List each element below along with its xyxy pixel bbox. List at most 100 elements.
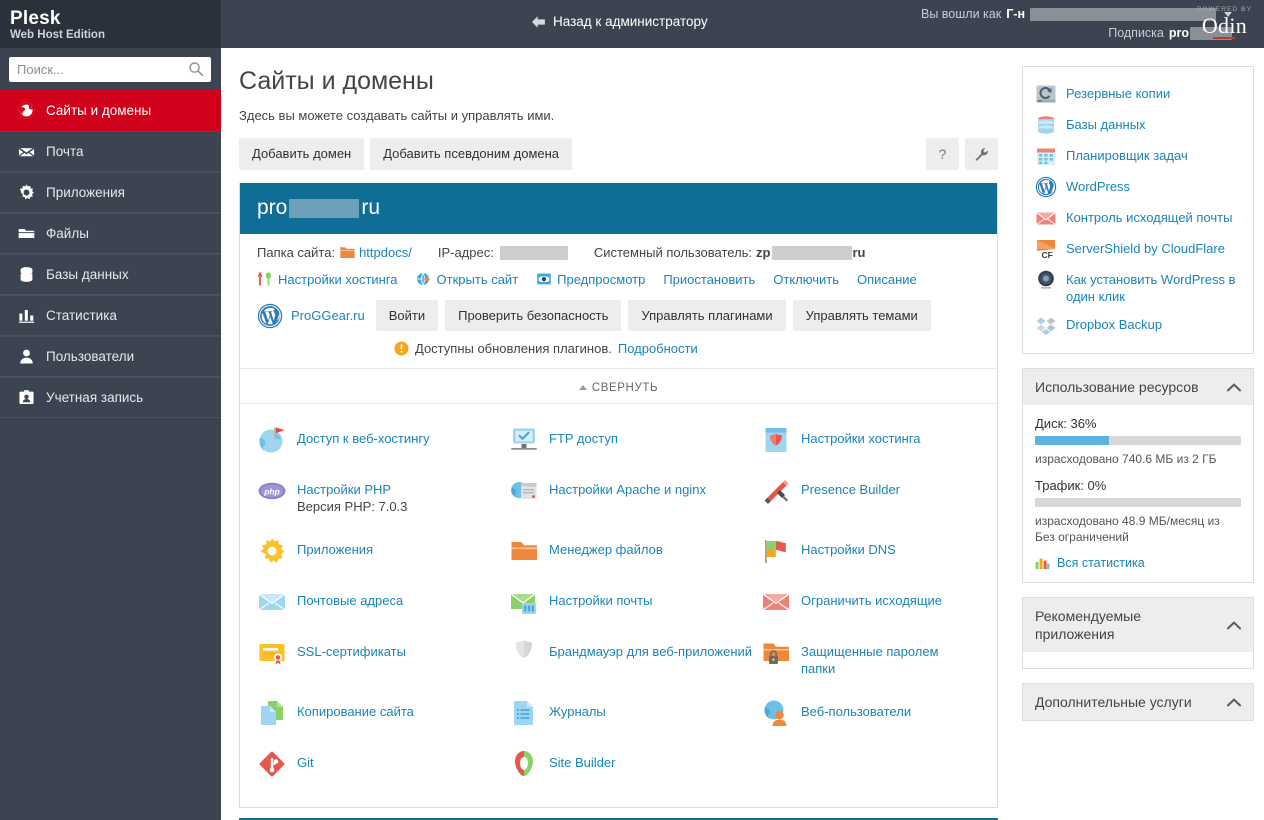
- all-statistics-label: Вся статистика: [1057, 556, 1145, 570]
- install-wordpress-icon: [1038, 270, 1054, 289]
- sidebar-item-users[interactable]: Пользователи: [0, 336, 221, 377]
- ip-address-label: IP-адрес:: [437, 245, 494, 260]
- globe-icon: [18, 102, 35, 118]
- tool-ftp-access[interactable]: FTP доступ: [509, 420, 761, 471]
- tool-dns-settings[interactable]: Настройки DNS: [761, 531, 980, 582]
- tool-copy-site[interactable]: Копирование сайта: [257, 693, 509, 744]
- right-link-outgoing-mail-control[interactable]: Контроль исходящей почты: [1035, 203, 1243, 234]
- web-users-icon: [764, 700, 787, 726]
- sidebar-item-databases[interactable]: Базы данных: [0, 254, 221, 295]
- help-button[interactable]: ?: [926, 138, 959, 170]
- add-domain-button[interactable]: Добавить домен: [239, 138, 365, 170]
- tool-php-settings[interactable]: php Настройки PHP Версия PHP: 7.0.3: [257, 471, 509, 531]
- sidebar-item-account[interactable]: Учетная запись: [0, 377, 221, 418]
- back-to-admin-link[interactable]: Назад к администратору: [531, 14, 708, 29]
- tool-label: Настройки хостинга: [801, 430, 921, 446]
- right-link-backups[interactable]: Резервные копии: [1035, 79, 1243, 110]
- tool-web-hosting-access[interactable]: Доступ к веб-хостингу: [257, 420, 509, 471]
- tool-limit-outgoing[interactable]: Ограничить исходящие: [761, 582, 980, 633]
- right-link-dropbox-backup[interactable]: Dropbox Backup: [1035, 310, 1243, 341]
- wp-manage-plugins-button[interactable]: Управлять плагинами: [628, 300, 786, 331]
- tool-site-builder[interactable]: Site Builder: [509, 744, 761, 795]
- user-block: Вы вошли как Г-н Подписка pro: [921, 5, 1233, 43]
- right-link-label: Dropbox Backup: [1066, 317, 1163, 332]
- action-hosting-settings[interactable]: Настройки хостинга: [257, 271, 398, 287]
- tool-applications[interactable]: Приложения: [257, 531, 509, 582]
- tool-label: Копирование сайта: [297, 703, 414, 719]
- cloudflare-icon: CF: [1037, 240, 1055, 260]
- notice-details-link[interactable]: Подробности: [618, 341, 698, 356]
- site-folder-link[interactable]: httpdocs/: [359, 245, 412, 260]
- tool-hosting-settings[interactable]: Настройки хостинга: [761, 420, 980, 471]
- action-suspend[interactable]: Приостановить: [663, 272, 755, 287]
- tool-mail-settings[interactable]: Настройки почты: [509, 582, 761, 633]
- right-link-task-scheduler[interactable]: Планировщик задач: [1035, 141, 1243, 172]
- tool-file-manager[interactable]: Менеджер файлов: [509, 531, 761, 582]
- file-manager-icon: [511, 541, 537, 560]
- right-link-label: Контроль исходящей почты: [1066, 210, 1233, 225]
- chevron-up-icon: [578, 385, 587, 390]
- domain-card: pro ru Папка сайта: httpdocs/ IP-адрес: …: [239, 183, 998, 808]
- logged-in-row[interactable]: Вы вошли как Г-н: [921, 5, 1233, 24]
- tool-label: Журналы: [549, 703, 606, 719]
- recommended-apps-header[interactable]: Рекомендуемые приложения: [1023, 598, 1253, 652]
- wordpress-site-name[interactable]: ProGGear.ru: [291, 308, 365, 323]
- right-link-databases[interactable]: Базы данных: [1035, 110, 1243, 141]
- logs-icon: [514, 700, 533, 725]
- system-user-prefix: zp: [756, 245, 771, 260]
- resource-usage-header[interactable]: Использование ресурсов: [1023, 369, 1253, 405]
- tool-ssl-certificates[interactable]: SSL-сертификаты: [257, 633, 509, 693]
- sidebar-item-label: Учетная запись: [46, 390, 144, 405]
- search-box[interactable]: [9, 57, 211, 82]
- sidebar-item-statistics[interactable]: Статистика: [0, 295, 221, 336]
- database-icon: [1038, 116, 1054, 134]
- tool-label: Git: [297, 754, 314, 770]
- main-area: Назад к администратору Вы вошли как Г-н …: [221, 0, 1264, 820]
- tool-apache-nginx-settings[interactable]: Настройки Apache и nginx: [509, 471, 761, 531]
- collapse-bar[interactable]: СВЕРНУТЬ: [240, 368, 997, 404]
- tool-git[interactable]: Git: [257, 744, 509, 795]
- sidebar-item-applications[interactable]: Приложения: [0, 172, 221, 213]
- tool-protected-folders[interactable]: Защищенные паролем папки: [761, 633, 980, 693]
- tool-presence-builder[interactable]: Presence Builder: [761, 471, 980, 531]
- sidebar-item-files[interactable]: Файлы: [0, 213, 221, 254]
- wp-login-button[interactable]: Войти: [375, 300, 439, 331]
- action-open-site[interactable]: Открыть сайт: [416, 271, 518, 287]
- hosting-settings-icon: [257, 272, 271, 286]
- brand-edition: Web Host Edition: [10, 29, 105, 41]
- additional-services-header[interactable]: Дополнительные услуги: [1023, 684, 1253, 720]
- search-input[interactable]: [9, 58, 211, 81]
- wp-check-security-button[interactable]: Проверить безопасность: [445, 300, 622, 331]
- tools-button[interactable]: [965, 138, 998, 170]
- tool-label: Site Builder: [549, 754, 616, 770]
- tool-label: Брандмауэр для веб-приложений: [549, 643, 753, 659]
- wp-manage-themes-button[interactable]: Управлять темами: [792, 300, 931, 331]
- tool-web-users[interactable]: Веб-пользователи: [761, 693, 980, 744]
- dns-icon: [765, 539, 786, 563]
- tool-label-group: Настройки PHP Версия PHP: 7.0.3: [297, 476, 407, 515]
- add-domain-alias-button[interactable]: Добавить псевдоним домена: [370, 138, 573, 170]
- logged-in-label: Вы вошли как: [921, 7, 1002, 21]
- tool-logs[interactable]: Журналы: [509, 693, 761, 744]
- tool-mail-addresses[interactable]: Почтовые адреса: [257, 582, 509, 633]
- sidebar-item-mail[interactable]: Почта: [0, 131, 221, 172]
- chevron-up-icon: [1227, 697, 1241, 706]
- action-description[interactable]: Описание: [857, 272, 917, 287]
- right-link-wordpress[interactable]: WordPress: [1035, 172, 1243, 203]
- right-link-install-wordpress-one-click[interactable]: Как установить WordPress в один клик: [1035, 265, 1243, 310]
- right-link-label: Базы данных: [1066, 117, 1146, 132]
- domain-card-header[interactable]: pro ru: [240, 183, 997, 234]
- action-preview[interactable]: Предпросмотр: [536, 271, 645, 287]
- sidebar-item-sites-and-domains[interactable]: Сайты и домены: [0, 90, 221, 131]
- right-link-servershield-cloudflare[interactable]: CF ServerShield by CloudFlare: [1035, 234, 1243, 265]
- php-icon: php: [258, 482, 286, 499]
- tool-label: Настройки Apache и nginx: [549, 481, 707, 497]
- all-statistics-link[interactable]: Вся статистика: [1035, 556, 1241, 570]
- sidebar-item-label: Приложения: [46, 185, 125, 200]
- tool-label: Веб-пользователи: [801, 703, 912, 719]
- collapse-toggle[interactable]: СВЕРНУТЬ: [578, 382, 658, 394]
- tool-web-application-firewall[interactable]: Брандмауэр для веб-приложений: [509, 633, 761, 693]
- action-disable[interactable]: Отключить: [773, 272, 839, 287]
- vendor-name: Odin: [1201, 13, 1248, 38]
- quick-links-panel: Резервные копии Базы данных Планировщик …: [1022, 66, 1254, 354]
